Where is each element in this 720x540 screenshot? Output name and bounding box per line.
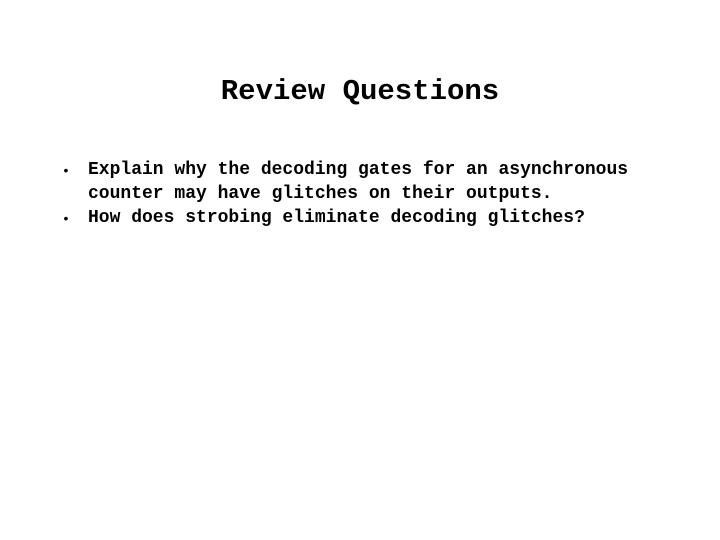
bullet-list: • Explain why the decoding gates for an … [58, 158, 698, 230]
bullet-icon: • [63, 210, 69, 226]
bullet-item: • Explain why the decoding gates for an … [58, 158, 698, 206]
bullet-text: How does strobing eliminate decoding gli… [88, 208, 585, 228]
slide: Review Questions • Explain why the decod… [0, 0, 720, 540]
bullet-item: • How does strobing eliminate decoding g… [58, 206, 698, 230]
bullet-icon: • [63, 162, 69, 178]
bullet-text: Explain why the decoding gates for an as… [88, 160, 629, 204]
slide-title: Review Questions [220, 75, 500, 108]
